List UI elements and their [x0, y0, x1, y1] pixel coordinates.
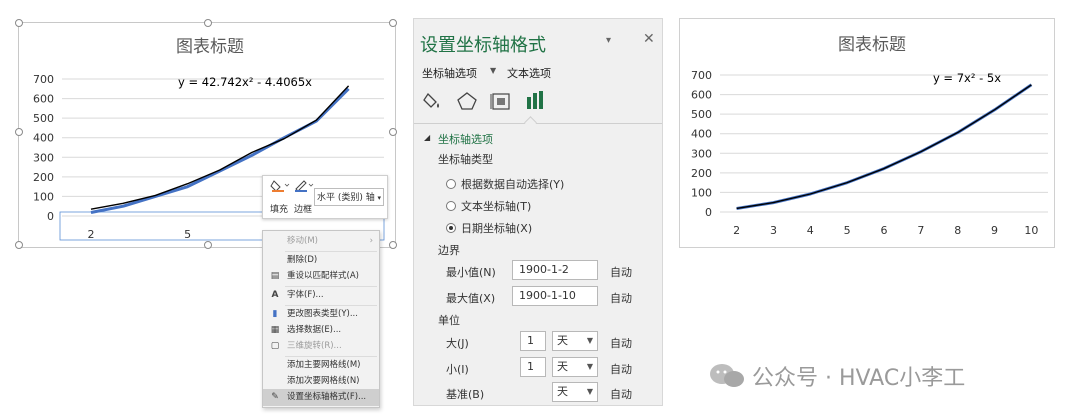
min-auto-label[interactable]: 自动 — [610, 264, 632, 280]
bar-chart-icon: ▮ — [272, 309, 278, 319]
reset-style-icon: ▤ — [270, 271, 280, 281]
major-auto-label[interactable]: 自动 — [610, 335, 632, 351]
cube-icon: ▢ — [270, 341, 280, 351]
y-tick-label: 400 — [691, 128, 712, 141]
menu-item-select-data[interactable]: ▦ 选择数据(E)... — [263, 322, 379, 339]
x-tick-label: 10 — [1024, 224, 1038, 237]
chevron-down-icon: ▼ — [586, 387, 593, 396]
minor-label: 小(I) — [446, 363, 469, 376]
y-tick-label: 600 — [691, 89, 712, 102]
minor-auto-label[interactable]: 自动 — [610, 361, 632, 377]
x-tick-label: 4 — [807, 224, 814, 237]
right-chart-equation[interactable]: y = 7x² - 5x — [933, 71, 1001, 85]
menu-item-add-major-gridlines[interactable]: 添加主要网格线(M) — [263, 357, 379, 374]
y-tick-label: 100 — [691, 186, 712, 199]
min-label: 最小值(N) — [446, 266, 496, 279]
y-tick-label: 500 — [691, 108, 712, 121]
menu-item-font[interactable]: A 字体(F)... — [263, 287, 379, 304]
right-chart-title[interactable]: 图表标题 — [838, 35, 906, 55]
chevron-down-icon: ▼ — [586, 362, 593, 371]
minor-unit-select[interactable]: 天 ▼ — [552, 357, 598, 377]
max-auto-label[interactable]: 自动 — [610, 290, 632, 306]
x-tick-label: 8 — [954, 224, 961, 237]
x-tick-label: 7 — [917, 224, 924, 237]
font-icon: A — [271, 290, 279, 300]
series-line-2 — [736, 84, 1032, 210]
menu-item-reset-style[interactable]: ▤ 重设以匹配样式(A) — [263, 268, 379, 285]
format-brush-icon: ✎ — [271, 392, 279, 402]
base-unit-select[interactable]: 天 ▼ — [552, 382, 598, 402]
x-tick-label: 5 — [844, 224, 851, 237]
max-label: 最大值(X) — [446, 292, 496, 305]
chevron-down-icon: ▼ — [586, 336, 593, 345]
context-menu: 移动(M) › 删除(D) ▤ 重设以匹配样式(A) A 字体(F)... ▮ … — [262, 230, 380, 408]
menu-item-add-minor-gridlines[interactable]: 添加次要网格线(N) — [263, 373, 379, 390]
y-tick-label: 200 — [691, 167, 712, 180]
menu-item-delete[interactable]: 删除(D) — [263, 252, 379, 269]
table-icon: ▦ — [270, 325, 280, 335]
base-auto-label[interactable]: 自动 — [610, 386, 632, 402]
y-tick-label: 0 — [705, 206, 712, 219]
menu-item-3d-rotation[interactable]: ▢ 三维旋转(R)... — [263, 338, 379, 355]
wechat-logo-icon — [708, 362, 748, 394]
min-bound-input[interactable]: 1900-1-2 — [512, 260, 598, 280]
max-bound-input[interactable]: 1900-1-10 — [512, 286, 598, 306]
watermark-text: 公众号 · HVAC小李工 — [752, 366, 966, 391]
right-chart-plot: 图表标题 y = 7x² - 5x 700 600 500 400 300 200 100 0… — [691, 35, 1048, 237]
base-label: 基准(B) — [446, 388, 485, 401]
series-line-1 — [736, 83, 1033, 210]
y-tick-label: 300 — [691, 147, 712, 160]
x-tick-label: 3 — [770, 224, 777, 237]
y-tick-label: 700 — [691, 69, 712, 82]
minor-unit-input[interactable]: 1 — [520, 357, 546, 377]
x-tick-label: 6 — [881, 224, 888, 237]
major-unit-select[interactable]: 天 ▼ — [552, 331, 598, 351]
menu-item-format-axis[interactable]: ✎ 设置坐标轴格式(F)... — [263, 389, 379, 406]
major-label: 大(J) — [446, 337, 469, 350]
units-label: 单位 — [438, 314, 460, 327]
x-tick-label: 9 — [991, 224, 998, 237]
x-tick-label: 2 — [733, 224, 740, 237]
menu-item-change-chart-type[interactable]: ▮ 更改图表类型(Y)... — [263, 306, 379, 323]
major-unit-input[interactable]: 1 — [520, 331, 546, 351]
